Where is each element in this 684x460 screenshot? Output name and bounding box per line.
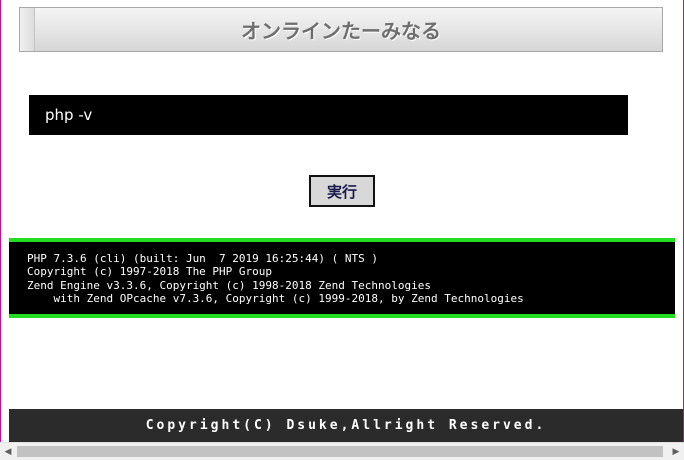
output-line: Zend Engine v3.3.6, Copyright (c) 1998-2… [27, 278, 431, 292]
scrollbar-thumb[interactable] [17, 446, 663, 457]
page-frame-left [0, 0, 1, 460]
page-title: オンラインたーみなる [241, 19, 441, 43]
run-button[interactable]: 実行 [309, 175, 375, 207]
horizontal-scrollbar[interactable]: ◀ ▶ [0, 442, 684, 460]
triangle-right-icon[interactable]: ▶ [668, 443, 684, 460]
copyright-text: Copyright(C) Dsuke,Allright Reserved. [145, 418, 547, 433]
header-left-edge [20, 8, 35, 51]
command-input[interactable] [29, 95, 628, 135]
footer: Copyright(C) Dsuke,Allright Reserved. [9, 409, 683, 442]
triangle-left-icon[interactable]: ◀ [0, 443, 16, 460]
output-line: PHP 7.3.6 (cli) (built: Jun 7 2019 16:25… [27, 252, 378, 265]
page-header: オンラインたーみなる [19, 7, 663, 52]
output-line: with Zend OPcache v7.3.6, Copyright (c) … [27, 291, 524, 305]
output-panel: PHP 7.3.6 (cli) (built: Jun 7 2019 16:25… [9, 238, 675, 318]
output-line: Copyright (c) 1997-2018 The PHP Group [27, 265, 273, 279]
